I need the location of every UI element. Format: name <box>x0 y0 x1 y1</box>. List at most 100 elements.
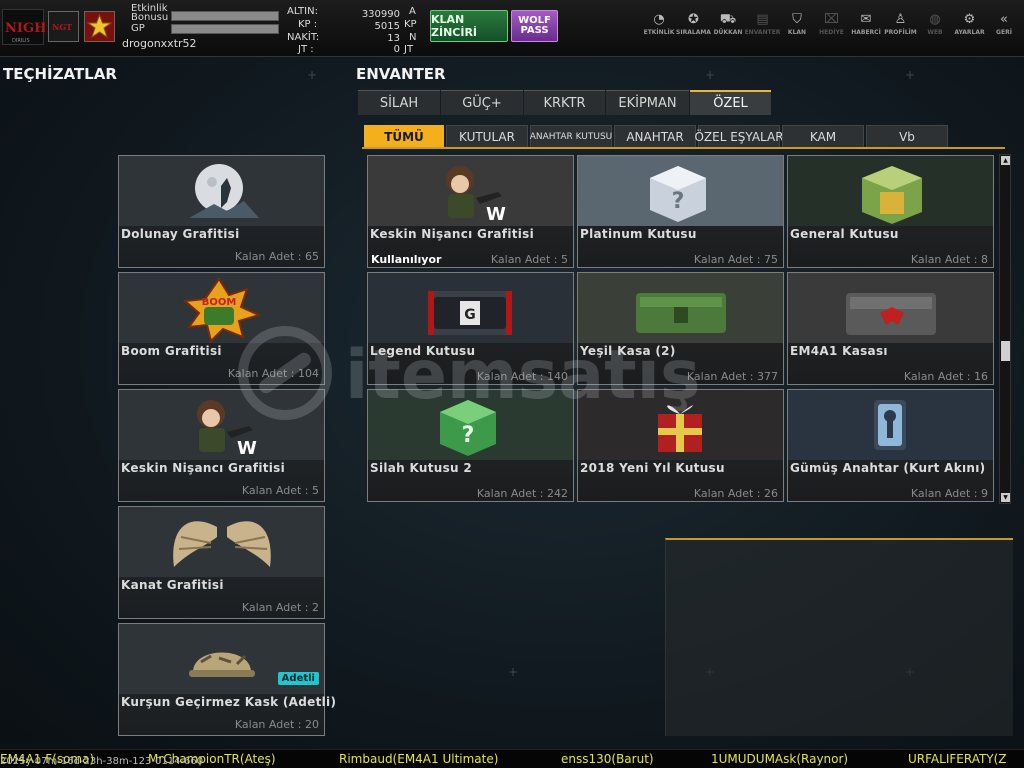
inventory-scrollbar[interactable]: ▲ ▼ <box>999 154 1011 504</box>
jt-label: JT : <box>298 44 314 55</box>
inventory-item[interactable]: General Kutusu Kalan Adet : 8 <box>787 155 994 268</box>
weapon-box-icon: ? <box>368 390 573 460</box>
svg-text:W: W <box>237 438 257 459</box>
clan-chain-button[interactable]: KLAN ZİNCİRİ <box>430 10 508 42</box>
subtab-underline <box>362 147 1005 149</box>
svg-text:BOOM: BOOM <box>202 297 237 308</box>
inventory-item[interactable]: Yeşil Kasa (2) Kalan Adet : 377 <box>577 272 784 385</box>
subtab-4[interactable]: ÖZEL EŞYALAR <box>694 125 784 148</box>
nav-geri̇[interactable]: « GERİ <box>987 11 1021 41</box>
rank-star-icon <box>84 11 115 42</box>
equipment-item[interactable]: Dolunay Grafitisi Kalan Adet : 65 <box>118 155 325 268</box>
item-qty: Kalan Adet : 5 <box>241 484 319 497</box>
inventory-item[interactable]: Gümüş Anahtar (Kurt Akını) Kalan Adet : 9 <box>787 389 994 502</box>
tab-güç+[interactable]: GÜÇ+ <box>441 90 523 115</box>
sniper-graffiti-icon: W <box>368 156 573 226</box>
nav-etki̇nli̇k[interactable]: ◔ ETKİNLİK <box>642 11 676 41</box>
ticker-message: enss130(Barut) <box>561 752 654 766</box>
equipment-item[interactable]: Kanat Grafitisi Kalan Adet : 2 <box>118 506 325 619</box>
stopwatch-icon: ◔ <box>653 12 665 27</box>
nav-ayarlar[interactable]: ⚙ AYARLAR <box>953 11 987 41</box>
gp-label: GP <box>131 23 145 34</box>
subtab-6[interactable]: Vb <box>866 125 948 148</box>
nav-web[interactable]: ◍ WEB <box>918 11 952 41</box>
decor-plus: + <box>508 665 519 679</box>
item-name: Yeşil Kasa (2) <box>580 344 676 358</box>
ticker-message: URFALIFERATY(Z <box>908 752 1007 766</box>
inventory-item[interactable]: 2018 Yeni Yıl Kutusu Kalan Adet : 26 <box>577 389 784 502</box>
game-logo: NIGHT DIRILIS <box>2 9 45 45</box>
item-qty: Kalan Adet : 8 <box>910 253 988 266</box>
item-qty: Kalan Adet : 377 <box>686 370 778 383</box>
subtab-1[interactable]: KUTULAR <box>446 125 528 148</box>
boom-graffiti-icon: BOOM <box>119 273 324 343</box>
tab-özel[interactable]: ÖZEL <box>690 90 771 115</box>
inventory-item[interactable]: W Keskin Nişancı Grafitisi Kalan Adet : 5 K… <box>367 155 574 268</box>
nav-hedi̇ye[interactable]: ⌧ HEDİYE <box>815 11 849 41</box>
item-qty: Kalan Adet : 242 <box>476 487 568 500</box>
nav-klan[interactable]: ⛉ KLAN <box>780 11 814 41</box>
inventory-item[interactable]: ? Platinum Kutusu Kalan Adet : 75 <box>577 155 784 268</box>
item-qty: Kalan Adet : 140 <box>476 370 568 383</box>
inventory-icon: ▤ <box>756 12 769 27</box>
platinum-box-icon: ? <box>578 156 783 226</box>
tab-si̇lah[interactable]: SİLAH <box>358 90 440 115</box>
megaphone-icon: ✉ <box>860 12 872 27</box>
green-case-icon <box>578 273 783 343</box>
nav-siralama[interactable]: ✪ SIRALAMA <box>676 11 711 41</box>
clan-emblem[interactable]: NGT <box>48 11 79 42</box>
subtab-0[interactable]: TÜMÜ <box>364 125 444 148</box>
scroll-thumb[interactable] <box>1001 341 1010 361</box>
item-name: General Kutusu <box>790 227 899 241</box>
nav-label: GERİ <box>996 29 1012 36</box>
item-name: Silah Kutusu 2 <box>370 461 473 475</box>
equipment-item[interactable]: Kurşun Geçirmez Kask (Adetli) Kalan Adet … <box>118 623 336 736</box>
nav-envanter[interactable]: ▤ ENVANTER <box>745 11 781 41</box>
scroll-down-arrow-icon[interactable]: ▼ <box>1001 493 1010 502</box>
item-qty: Kalan Adet : 2 <box>241 601 319 614</box>
item-name: Keskin Nişancı Grafitisi <box>370 227 535 241</box>
equipment-item[interactable]: W Keskin Nişancı Grafitisi Kalan Adet : 5 <box>118 389 325 502</box>
svg-text:DIRILIS: DIRILIS <box>12 38 30 44</box>
tab-krktr[interactable]: KRKTR <box>524 90 605 115</box>
wolf-pass-button[interactable]: WOLF PASS <box>511 10 558 42</box>
gift-icon: ⌧ <box>824 12 839 27</box>
back-icon: « <box>1000 12 1008 27</box>
nav-dükkan[interactable]: ⛟ DÜKKAN <box>711 11 745 41</box>
decor-plus: + <box>307 68 318 82</box>
subtab-2[interactable]: ANAHTAR KUTUSU <box>530 125 612 148</box>
decor-plus: + <box>705 68 716 82</box>
profile-icon: ♙ <box>894 12 907 27</box>
item-name: Gümüş Anahtar (Kurt Akını) <box>790 461 986 475</box>
inventory-item[interactable]: G Legend Kutusu Kalan Adet : 140 <box>367 272 574 385</box>
item-name: Kanat Grafitisi <box>121 578 224 592</box>
cash-label: NAKİT: <box>287 32 320 43</box>
cash-unit: N <box>409 32 417 43</box>
wings-graffiti-icon <box>119 507 324 577</box>
subtab-5[interactable]: KAM <box>782 125 864 148</box>
quantity-badge: Adetli <box>277 672 319 685</box>
svg-text:W: W <box>486 204 506 225</box>
item-qty: Kalan Adet : 20 <box>234 718 319 731</box>
tab-eki̇pman[interactable]: EKİPMAN <box>606 90 689 115</box>
decor-plus: + <box>905 68 916 82</box>
gold-unit: A <box>409 6 416 17</box>
item-name: Kurşun Geçirmez Kask (Adetli) <box>121 695 337 709</box>
silver-key-icon <box>788 390 993 460</box>
equipment-item[interactable]: BOOM Boom Grafitisi Kalan Adet : 104 <box>118 272 325 385</box>
item-info-panel <box>665 538 1013 736</box>
svg-text:NIGHT: NIGHT <box>5 21 45 36</box>
scroll-up-arrow-icon[interactable]: ▲ <box>1001 156 1010 165</box>
item-qty: Kalan Adet : 26 <box>693 487 778 500</box>
wolf-pass-label: WOLF PASS <box>518 15 551 36</box>
gp-bar <box>171 24 279 34</box>
nav-profi̇li̇m[interactable]: ♙ PROFİLİM <box>884 11 918 41</box>
item-qty: Kalan Adet : 65 <box>234 250 319 263</box>
subtab-3[interactable]: ANAHTAR <box>614 125 696 148</box>
nav-haberci̇[interactable]: ✉ HABERCİ <box>849 11 883 41</box>
kp-value: 5015 <box>374 21 400 32</box>
inventory-item[interactable]: ? Silah Kutusu 2 Kalan Adet : 242 <box>367 389 574 502</box>
inventory-item[interactable]: EM4A1 Kasası Kalan Adet : 16 <box>787 272 994 385</box>
shield-icon: ⛉ <box>792 12 802 27</box>
inventory-title: ENVANTER <box>356 65 446 83</box>
